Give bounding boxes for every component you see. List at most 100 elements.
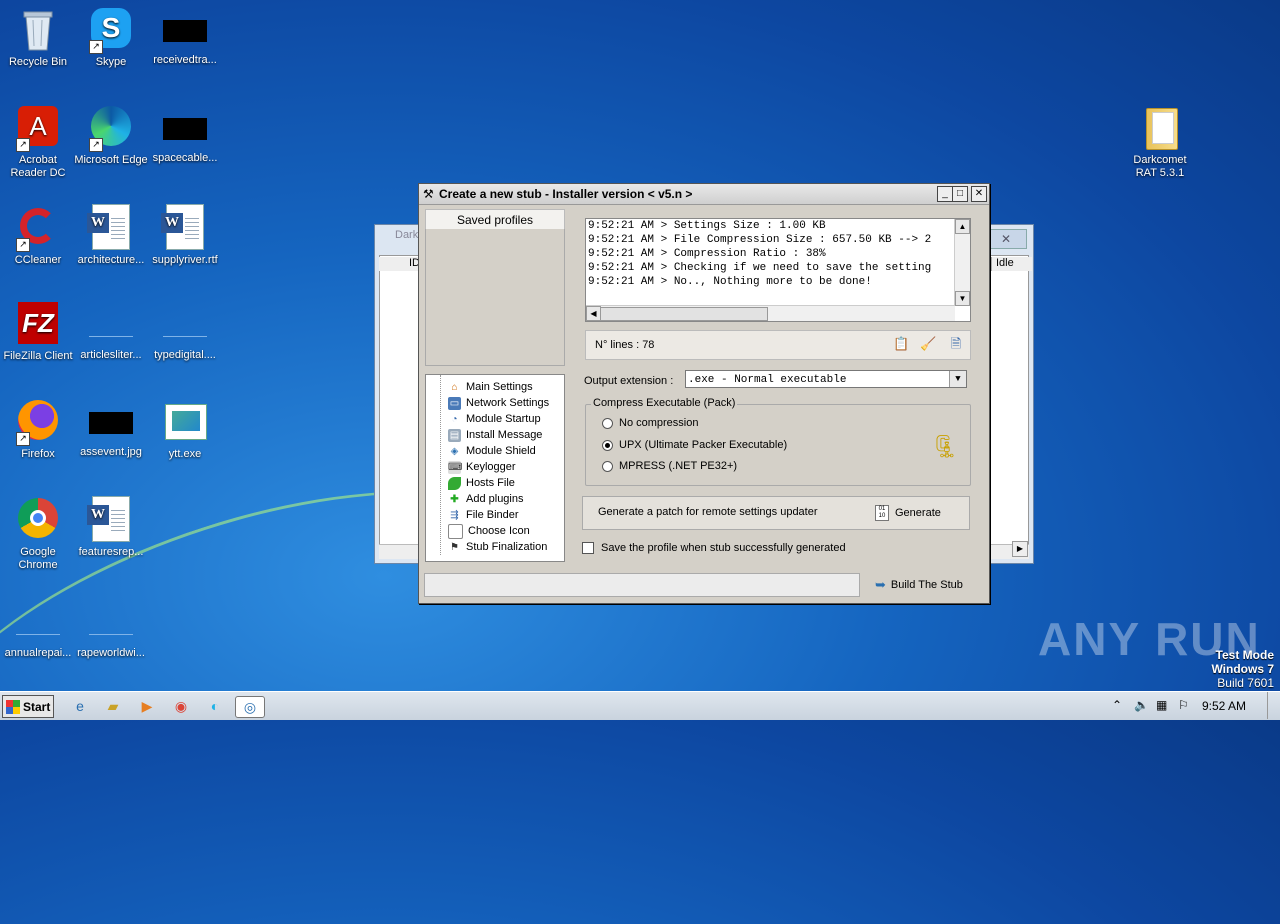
saved-profiles-list[interactable] [425, 229, 565, 366]
puzzle-icon: ✚ [450, 493, 459, 505]
output-extension-value: .exe - Normal executable [688, 374, 847, 386]
folder-icon [1136, 104, 1184, 152]
tree-item-choose-icon[interactable]: Choose Icon [448, 523, 530, 539]
keyboard-icon: ⌨ [448, 460, 463, 474]
test-mode-line: Windows 7 [1211, 662, 1274, 676]
scroll-left-button[interactable]: ◀ [586, 306, 601, 321]
close-button[interactable]: ✕ [971, 186, 987, 202]
settings-tree[interactable]: ⌂ Main Settings ▭ Network Settings ◔ Module… [425, 374, 565, 562]
explorer-icon[interactable]: ▰ [103, 696, 123, 716]
blank-file-icon [89, 610, 133, 635]
scroll-down-button[interactable]: ▼ [955, 291, 970, 306]
system-tray: ⌃ 🔈 ▦ ⚐ 9:52 AM [1104, 692, 1280, 719]
media-player-icon[interactable]: ▶ [137, 696, 157, 716]
tree-item-network-settings[interactable]: ▭ Network Settings [448, 395, 549, 411]
log-hscrollbar[interactable]: ◀ [586, 305, 955, 321]
tree-item-install-message[interactable]: ▤ Install Message [448, 427, 542, 443]
tree-item-module-shield[interactable]: ◈ Module Shield [448, 443, 536, 459]
maximize-button[interactable]: □ [952, 186, 968, 202]
bg-window-title: Dark [395, 229, 419, 241]
desktop-icon-edge[interactable]: ↗ Microsoft Edge [73, 104, 149, 167]
line-count: N° lines : 78 [595, 339, 655, 351]
desktop-icon-annualrepai[interactable]: annualrepai... [0, 610, 76, 660]
log-line: 9:52:21 AM > No.., Nothing more to be do… [588, 276, 872, 288]
create-stub-dialog[interactable]: ⚒ Create a new stub - Installer version … [418, 183, 990, 604]
log-line: 9:52:21 AM > Checking if we need to save… [588, 262, 932, 274]
bg-window-column-idle[interactable]: Idle [991, 257, 1032, 271]
volume-icon[interactable]: 🔈 [1134, 698, 1149, 712]
edge-taskbar-icon[interactable]: ◐ [205, 696, 225, 716]
network-tray-icon[interactable]: ▦ [1156, 698, 1167, 712]
log-vscrollbar[interactable]: ▲ ▼ [954, 219, 970, 306]
clipboard-icon[interactable]: 📋 [893, 336, 909, 352]
generate-button[interactable]: 01 10 Generate [875, 503, 941, 523]
tree-item-module-startup[interactable]: ◔ Module Startup [448, 411, 540, 427]
desktop-icon-ccleaner[interactable]: ↗ CCleaner [0, 204, 76, 267]
patch-section: Generate a patch for remote settings upd… [582, 496, 970, 530]
desktop-icon-ytt-exe[interactable]: ytt.exe [147, 398, 223, 461]
desktop-icon-typedigital[interactable]: typedigital.... [147, 300, 223, 362]
desktop-icon-spacecable[interactable]: spacecable... [147, 104, 223, 165]
build-arrow-icon: ➥ [875, 577, 886, 592]
desktop-icon-skype[interactable]: S ↗ Skype [73, 6, 149, 69]
binary-file-icon: 01 10 [875, 505, 889, 521]
log-output[interactable]: 9:52:21 AM > Settings Size : 1.00 KB 9:5… [585, 218, 971, 322]
scroll-up-button[interactable]: ▲ [955, 219, 970, 234]
desktop-icon-recycle-bin[interactable]: Recycle Bin [0, 6, 76, 69]
build-stub-button[interactable]: ➥ Build The Stub [875, 576, 963, 594]
leaf-icon [448, 476, 461, 490]
build-progress-bar [424, 573, 860, 597]
ie-icon[interactable]: e [70, 696, 90, 716]
start-button[interactable]: Start [2, 695, 54, 718]
chrome-taskbar-icon[interactable]: ◉ [171, 696, 191, 716]
desktop-icon-assevent[interactable]: assevent.jpg [73, 398, 149, 459]
tree-item-file-binder[interactable]: ⇶ File Binder [448, 507, 518, 523]
desktop-icon-firefox[interactable]: ↗ Firefox [0, 398, 76, 461]
ccleaner-icon: ↗ [14, 204, 62, 252]
desktop-icon-supplyriver[interactable]: W supplyriver.rtf [147, 204, 223, 267]
action-center-flag-icon[interactable]: ⚐ [1178, 698, 1189, 712]
desktop-icon-filezilla[interactable]: FZ FileZilla Client [0, 300, 76, 363]
desktop-icon-articlesliter[interactable]: articlesliter... [73, 300, 149, 362]
radio-mpress[interactable]: MPRESS (.NET PE32+) [602, 460, 737, 472]
image-icon [448, 523, 463, 539]
desktop-icon-rapeworldwi[interactable]: rapeworldwi... [73, 610, 149, 660]
clock[interactable]: 9:52 AM [1202, 699, 1246, 713]
tree-item-stub-finalization[interactable]: ⚑ Stub Finalization [448, 539, 547, 555]
network-icon: ▭ [448, 396, 461, 410]
desktop-icon-architecture-doc[interactable]: W architecture... [73, 204, 149, 267]
export-icon[interactable]: 🗎 [948, 336, 964, 352]
line-count-bar: N° lines : 78 📋 🧹 🗎 [585, 330, 971, 360]
saved-profiles-header[interactable]: Saved profiles [425, 209, 565, 231]
darkcomet-taskbar-icon[interactable]: ◎ [235, 696, 265, 718]
broom-icon[interactable]: 🧹 [920, 336, 936, 352]
scroll-thumb[interactable] [600, 307, 768, 321]
bg-window-close-button[interactable]: ✕ [985, 229, 1027, 249]
radio-no-compression[interactable]: No compression [602, 417, 698, 429]
checkbox[interactable] [582, 542, 594, 554]
tree-item-add-plugins[interactable]: ✚ Add plugins [448, 491, 523, 507]
dialog-titlebar[interactable]: ⚒ Create a new stub - Installer version … [419, 184, 989, 205]
shield-icon: ◈ [450, 445, 459, 457]
test-mode-text: Test Mode Windows 7 Build 7601 [1211, 648, 1274, 690]
tree-item-main-settings[interactable]: ⌂ Main Settings [448, 379, 532, 395]
compress-group-title: Compress Executable (Pack) [591, 397, 738, 409]
desktop-icon-receivedtra[interactable]: receivedtra... [147, 6, 223, 67]
tree-item-keylogger[interactable]: ⌨ Keylogger [448, 459, 516, 475]
bg-window-scroll-right-button[interactable]: ▶ [1012, 541, 1028, 557]
dropdown-arrow-icon[interactable]: ▼ [949, 371, 966, 387]
minimize-button[interactable]: _ [937, 186, 953, 202]
show-desktop-button[interactable] [1267, 692, 1280, 719]
tree-item-hosts-file[interactable]: Hosts File [448, 475, 515, 491]
radio-upx[interactable]: UPX (Ultimate Packer Executable) [602, 439, 787, 451]
output-extension-select[interactable]: .exe - Normal executable ▼ [685, 370, 967, 388]
blank-file-icon [16, 610, 60, 635]
tray-expand-icon[interactable]: ⌃ [1112, 698, 1122, 712]
log-line: 9:52:21 AM > File Compression Size : 657… [588, 234, 932, 246]
desktop-icon-featuresrep[interactable]: W featuresrep... [73, 496, 149, 559]
desktop-icon-acrobat[interactable]: A ↗ Acrobat Reader DC [0, 104, 76, 180]
save-profile-checkbox[interactable]: Save the profile when stub successfully … [582, 542, 846, 554]
desktop-icon-chrome[interactable]: Google Chrome [0, 496, 76, 572]
binder-icon: ⇶ [450, 509, 459, 521]
desktop-icon-darkcomet-folder[interactable]: Darkcomet RAT 5.3.1 [1122, 104, 1198, 180]
